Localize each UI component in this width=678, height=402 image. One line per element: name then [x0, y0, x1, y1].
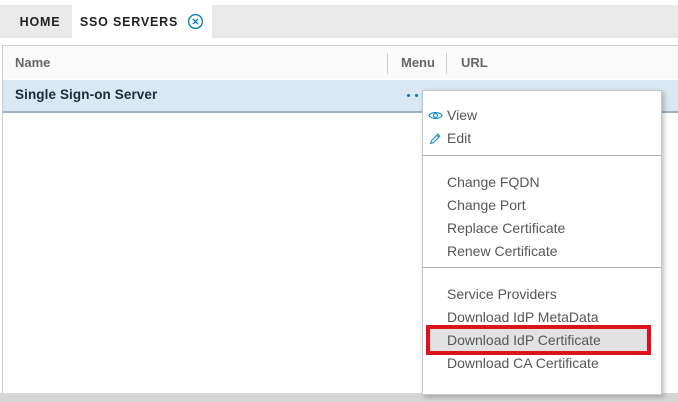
- eye-icon: [428, 109, 443, 122]
- menu-item-label: Change Port: [447, 197, 526, 213]
- dot: [415, 94, 418, 97]
- column-header-menu[interactable]: Menu: [401, 55, 435, 70]
- column-divider: [387, 53, 388, 74]
- menu-item-renew-certificate[interactable]: Renew Certificate: [423, 240, 661, 263]
- menu-item-label: Download IdP MetaData: [447, 309, 599, 325]
- menu-item-label: Renew Certificate: [447, 243, 558, 259]
- menu-item-download-idp-certificate[interactable]: Download IdP Certificate: [426, 325, 651, 355]
- menu-item-label: View: [447, 107, 477, 123]
- tab-home[interactable]: HOME: [8, 5, 72, 38]
- circle-x-icon[interactable]: [187, 13, 204, 30]
- table-header-row: Name Menu URL: [3, 46, 678, 79]
- tab-sso-servers[interactable]: SSO SERVERS: [72, 5, 212, 38]
- menu-item-label: Change FQDN: [447, 174, 540, 190]
- row-context-menu: View Edit Change FQDN Change Port Replac…: [422, 90, 662, 395]
- menu-item-change-fqdn[interactable]: Change FQDN: [423, 171, 661, 194]
- menu-item-change-port[interactable]: Change Port: [423, 194, 661, 217]
- dot: [407, 94, 410, 97]
- menu-item-label: Download CA Certificate: [447, 355, 599, 371]
- menu-divider: [423, 155, 661, 156]
- menu-item-label: Download IdP Certificate: [447, 332, 601, 348]
- menu-divider: [423, 267, 661, 268]
- pencil-icon: [428, 132, 443, 145]
- tab-home-label: HOME: [20, 15, 61, 29]
- menu-item-replace-certificate[interactable]: Replace Certificate: [423, 217, 661, 240]
- menu-item-view[interactable]: View: [423, 104, 661, 127]
- menu-item-edit[interactable]: Edit: [423, 127, 661, 150]
- server-name-cell: Single Sign-on Server: [15, 87, 157, 102]
- app-window: HOME SSO SERVERS Name Menu URL Single Si…: [0, 0, 678, 402]
- menu-item-label: Replace Certificate: [447, 220, 565, 236]
- column-header-name[interactable]: Name: [15, 55, 50, 70]
- menu-item-label: Service Providers: [447, 286, 557, 302]
- column-header-url[interactable]: URL: [461, 55, 488, 70]
- tab-sso-servers-label: SSO SERVERS: [80, 15, 178, 29]
- menu-item-label: Edit: [447, 130, 471, 146]
- tab-bar: HOME SSO SERVERS: [0, 5, 678, 38]
- menu-item-service-providers[interactable]: Service Providers: [423, 283, 661, 306]
- column-divider: [446, 53, 447, 74]
- menu-item-download-ca-certificate[interactable]: Download CA Certificate: [423, 352, 661, 375]
